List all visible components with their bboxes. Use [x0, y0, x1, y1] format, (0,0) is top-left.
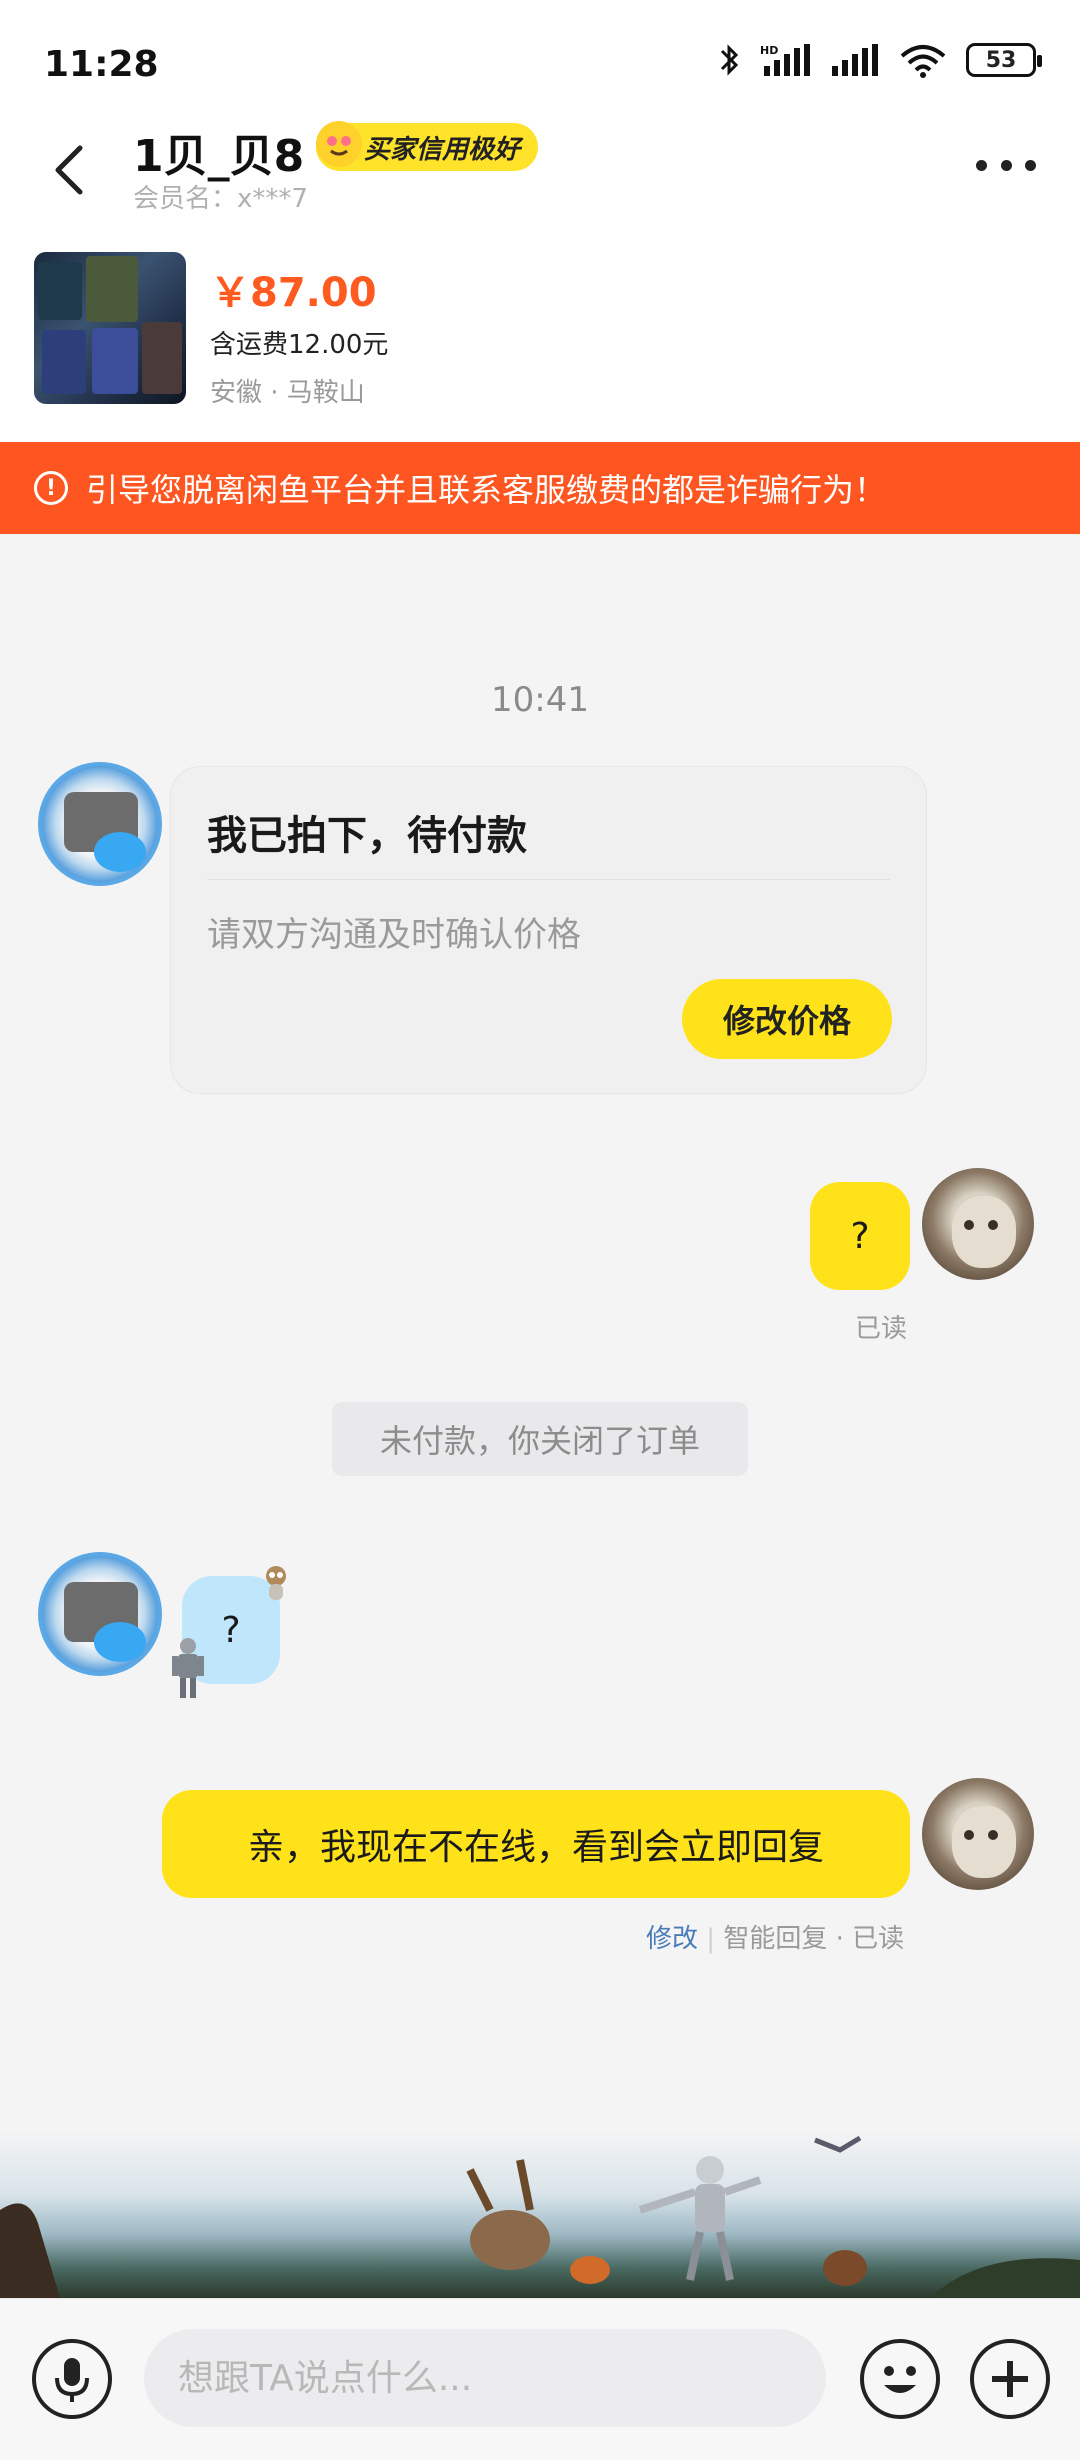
auto-reply-status: 智能回复 · 已读	[723, 1924, 905, 1954]
seller-avatar[interactable]	[38, 762, 162, 886]
chat-header: 1贝_贝8 买家信用极好 会员名：x***7	[0, 120, 1080, 232]
smile-face-icon	[316, 121, 362, 167]
bluetooth-icon	[720, 44, 739, 76]
message-timestamp: 10:41	[491, 680, 589, 720]
divider	[207, 879, 890, 880]
more-icon	[976, 159, 987, 171]
credit-badge: 买家信用极好	[316, 121, 539, 171]
robot-sticker-icon	[172, 1638, 204, 1698]
plus-icon	[992, 2361, 1028, 2397]
credit-badge-label: 买家信用极好	[364, 134, 521, 165]
read-status: 已读	[855, 1314, 908, 1344]
fraud-warning-text: 引导您脱离闲鱼平台并且联系客服缴费的都是诈骗行为！	[86, 471, 887, 509]
buyer-avatar[interactable]	[922, 1778, 1034, 1890]
auto-reply-meta: 修改 | 智能回复 · 已读	[646, 1924, 905, 1954]
signal-icon	[832, 44, 878, 76]
modify-price-button[interactable]: 修改价格	[682, 979, 892, 1059]
buyer-auto-reply-bubble[interactable]: 亲，我现在不在线，看到会立即回复	[162, 1790, 910, 1898]
svg-text:HD: HD	[760, 44, 778, 57]
status-bar: 11:28 HD 53	[0, 0, 1080, 120]
wifi-icon	[900, 45, 946, 78]
emoji-button[interactable]	[860, 2339, 940, 2419]
product-shipping: 含运费12.00元	[210, 330, 389, 360]
more-button[interactable]	[976, 150, 1036, 180]
order-status-subtitle: 请双方沟通及时确认价格	[207, 915, 581, 955]
back-arrow-icon	[55, 145, 83, 195]
warning-icon: !	[34, 471, 68, 505]
voice-button[interactable]	[32, 2339, 112, 2419]
edit-auto-reply-link[interactable]: 修改	[646, 1924, 698, 1954]
member-name: 会员名：x***7	[133, 184, 308, 214]
battery-icon: 53	[966, 43, 1042, 77]
emoji-icon	[884, 2366, 916, 2393]
seller-name[interactable]: 1贝_贝8	[133, 120, 304, 184]
buyer-message-bubble[interactable]: ?	[810, 1182, 910, 1290]
forest-creatures-illustration	[0, 2135, 1080, 2298]
decorative-banner	[0, 2130, 1080, 2298]
buyer-avatar[interactable]	[922, 1168, 1034, 1280]
owl-sticker-icon	[266, 1566, 286, 1600]
back-button[interactable]	[44, 128, 104, 208]
plus-button[interactable]	[970, 2339, 1050, 2419]
fraud-warning-banner: ! 引导您脱离闲鱼平台并且联系客服缴费的都是诈骗行为！	[0, 442, 1080, 534]
product-location: 安徽 · 马鞍山	[210, 378, 365, 408]
input-bar	[0, 2298, 1080, 2460]
hd-signal-icon: HD	[760, 44, 810, 76]
message-input[interactable]	[144, 2329, 826, 2427]
system-notice: 未付款，你关闭了订单	[332, 1402, 748, 1476]
product-thumbnail[interactable]	[34, 252, 186, 404]
product-price: ￥87.00	[210, 270, 377, 316]
order-status-title: 我已拍下，待付款	[207, 813, 527, 859]
product-card[interactable]: ￥87.00 含运费12.00元 安徽 · 马鞍山	[0, 232, 1080, 442]
seller-avatar[interactable]	[38, 1552, 162, 1676]
status-time: 11:28	[44, 44, 159, 85]
mic-icon	[55, 2358, 89, 2402]
order-status-card: 我已拍下，待付款 请双方沟通及时确认价格 修改价格	[170, 766, 927, 1094]
status-icons: HD 53	[718, 42, 1042, 78]
